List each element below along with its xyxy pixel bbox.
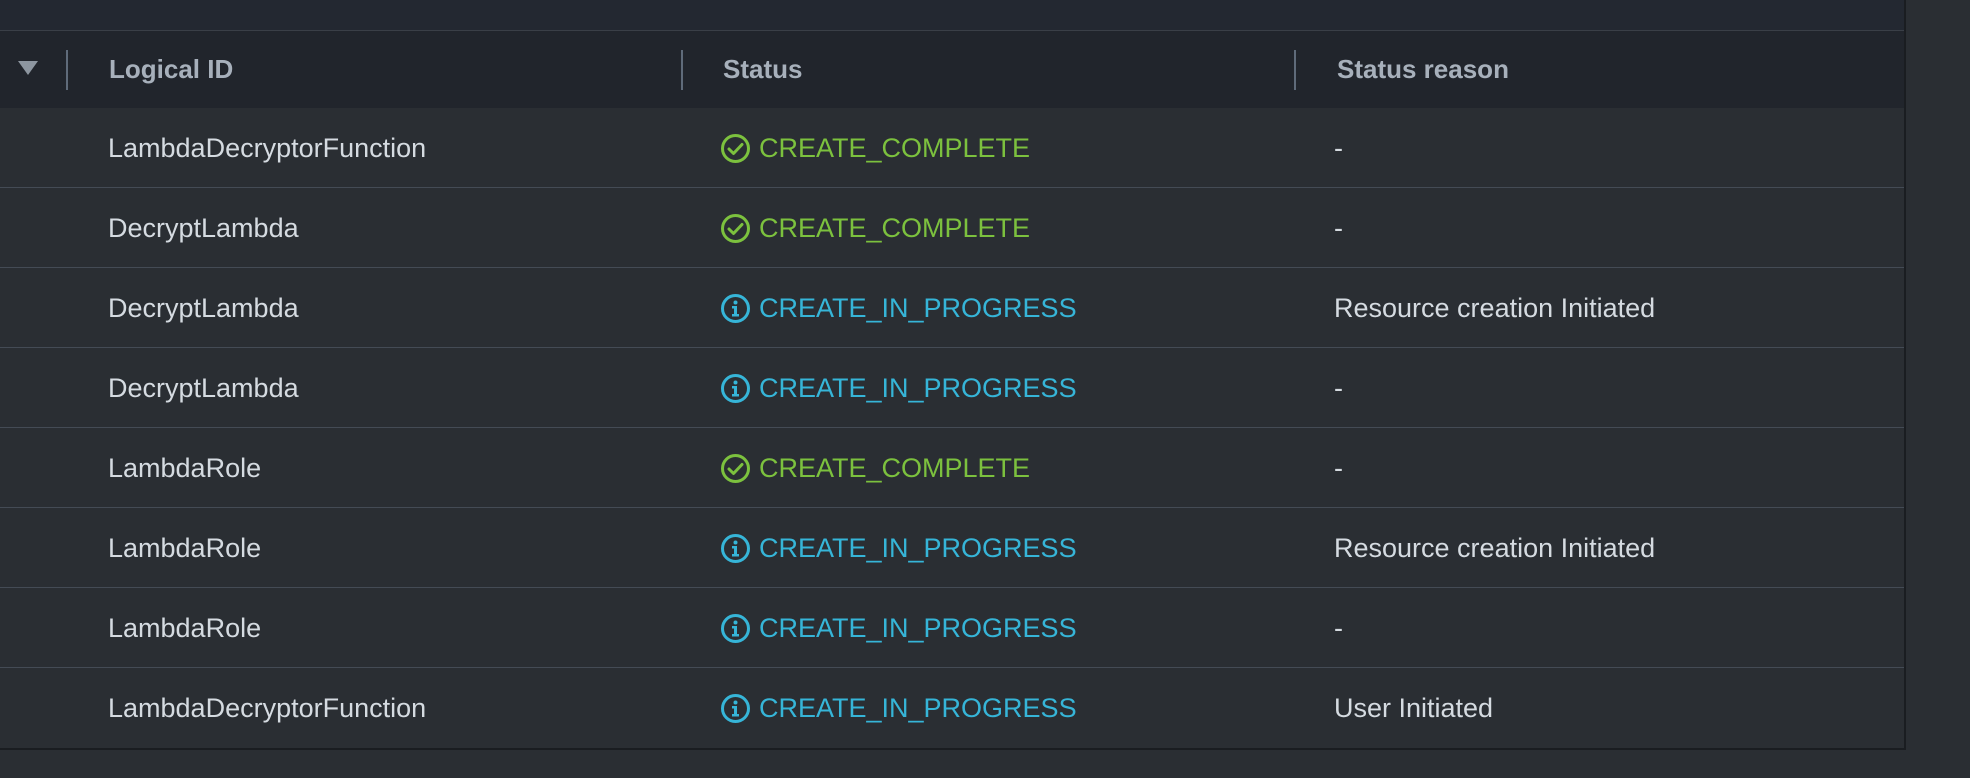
table-body: LambdaDecryptorFunction CREATE_COMPLETE - D… [0,108,1904,748]
status-cell: CREATE_IN_PROGRESS [720,588,1077,668]
logical-id-cell: LambdaRole [108,613,262,643]
status-reason-cell: - [1334,133,1343,163]
column-resizer[interactable] [66,50,68,90]
status-text: CREATE_COMPLETE [759,453,1031,483]
status-cell: CREATE_IN_PROGRESS [720,268,1077,348]
table-row[interactable]: DecryptLambda CREATE_IN_PROGRESS Resource … [0,268,1904,348]
logical-id-cell: DecryptLambda [108,213,299,243]
table-row[interactable]: LambdaDecryptorFunction CREATE_IN_PROGRES… [0,668,1904,748]
status-text: CREATE_IN_PROGRESS [759,293,1077,323]
status-reason-cell: User Initiated [1334,693,1494,723]
logical-id-cell: DecryptLambda [108,293,299,323]
table-header: Logical ID Status Status reason [0,31,1904,109]
table-row[interactable]: DecryptLambda CREATE_COMPLETE - [0,188,1904,268]
column-header-logical-id[interactable]: Logical ID [109,31,233,108]
table-row[interactable]: LambdaRole CREATE_IN_PROGRESS - [0,588,1904,668]
status-reason-cell: - [1334,373,1343,403]
check-circle-icon [720,133,751,164]
status-reason-cell: - [1334,213,1343,243]
status-text: CREATE_IN_PROGRESS [759,613,1077,643]
status-cell: CREATE_COMPLETE [720,188,1030,268]
table-row[interactable]: DecryptLambda CREATE_IN_PROGRESS - [0,348,1904,428]
status-reason-cell: Resource creation Initiated [1334,533,1656,563]
info-circle-icon [720,373,751,404]
status-text: CREATE_IN_PROGRESS [759,373,1077,403]
check-circle-icon [720,453,751,484]
status-cell: CREATE_IN_PROGRESS [720,668,1077,748]
logical-id-cell: LambdaDecryptorFunction [108,133,427,163]
table-row[interactable]: LambdaDecryptorFunction CREATE_COMPLETE - [0,108,1904,188]
status-text: CREATE_IN_PROGRESS [759,693,1077,723]
status-text: CREATE_IN_PROGRESS [759,533,1077,563]
info-circle-icon [720,533,751,564]
status-text: CREATE_COMPLETE [759,133,1031,163]
logical-id-cell: LambdaDecryptorFunction [108,693,427,723]
column-resizer[interactable] [1294,50,1296,90]
status-reason-cell: - [1334,613,1343,643]
column-header-status[interactable]: Status [723,31,802,108]
logical-id-cell: DecryptLambda [108,373,299,403]
status-cell: CREATE_COMPLETE [720,428,1030,508]
status-reason-cell: Resource creation Initiated [1334,293,1656,323]
check-circle-icon [720,213,751,244]
events-table-panel: Logical ID Status Status reason LambdaDe… [0,0,1906,750]
info-circle-icon [720,693,751,724]
status-cell: CREATE_IN_PROGRESS [720,508,1077,588]
status-text: CREATE_COMPLETE [759,213,1031,243]
status-cell: CREATE_IN_PROGRESS [720,348,1077,428]
logical-id-cell: LambdaRole [108,533,262,563]
status-cell: CREATE_COMPLETE [720,108,1030,188]
caret-down-icon[interactable] [18,61,38,75]
status-reason-cell: - [1334,453,1343,483]
table-top-bar [0,0,1904,31]
info-circle-icon [720,293,751,324]
column-header-status-reason[interactable]: Status reason [1337,31,1509,108]
table-row[interactable]: LambdaRole CREATE_COMPLETE - [0,428,1904,508]
column-resizer[interactable] [681,50,683,90]
logical-id-cell: LambdaRole [108,453,262,483]
table-row[interactable]: LambdaRole CREATE_IN_PROGRESS Resource cre… [0,508,1904,588]
info-circle-icon [720,613,751,644]
